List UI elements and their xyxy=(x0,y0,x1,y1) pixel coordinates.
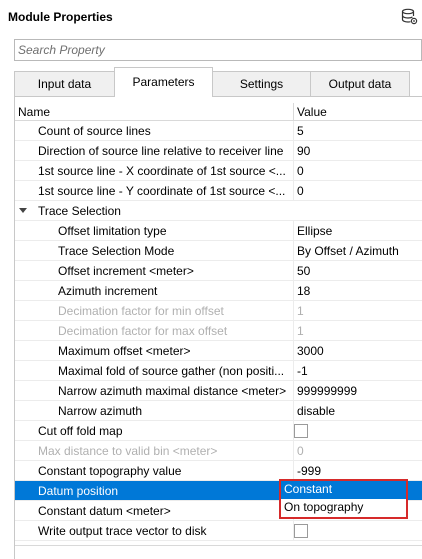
tab-parameters[interactable]: Parameters xyxy=(114,67,213,97)
panel-title: Module Properties xyxy=(8,10,113,24)
property-label: Decimation factor for max offset xyxy=(58,324,228,338)
column-divider[interactable] xyxy=(293,103,294,121)
cut-off-fold-map-checkbox[interactable] xyxy=(294,424,308,438)
property-row[interactable]: Cut off fold map xyxy=(15,421,422,441)
tab-settings[interactable]: Settings xyxy=(212,71,311,97)
property-value[interactable]: 0 xyxy=(297,184,304,198)
property-value[interactable]: 90 xyxy=(297,144,310,158)
collapse-caret-icon[interactable] xyxy=(19,208,27,213)
property-value[interactable]: -1 xyxy=(297,364,308,378)
property-label: Decimation factor for min offset xyxy=(58,304,224,318)
property-label: Maximal fold of source gather (non posit… xyxy=(58,364,285,378)
property-value[interactable]: 3000 xyxy=(297,344,324,358)
dropdown-option-on-topography[interactable]: On topography xyxy=(281,499,406,517)
group-row-trace-selection[interactable]: Trace Selection xyxy=(15,201,422,221)
datum-position-dropdown[interactable]: Constant On topography xyxy=(279,479,408,519)
property-row: Decimation factor for max offset 1 xyxy=(15,321,422,341)
property-label: Offset limitation type xyxy=(58,224,167,238)
column-header-value[interactable]: Value xyxy=(297,105,327,119)
grid-bottom-border xyxy=(15,545,422,546)
property-row[interactable]: 1st source line - Y coordinate of 1st so… xyxy=(15,181,422,201)
property-label: Cut off fold map xyxy=(38,424,123,438)
property-label: 1st source line - Y coordinate of 1st so… xyxy=(38,184,286,198)
property-row[interactable]: Offset increment <meter> 50 xyxy=(15,261,422,281)
group-label: Trace Selection xyxy=(38,204,121,218)
property-row[interactable]: 1st source line - X coordinate of 1st so… xyxy=(15,161,422,181)
property-row[interactable]: Narrow azimuth maximal distance <meter> 9… xyxy=(15,381,422,401)
property-row: Max distance to valid bin <meter> 0 xyxy=(15,441,422,461)
property-value[interactable]: 0 xyxy=(297,164,304,178)
property-row[interactable]: Constant topography value -999 xyxy=(15,461,422,481)
write-output-checkbox[interactable] xyxy=(294,524,308,538)
property-label: Constant topography value xyxy=(38,464,182,478)
property-value[interactable]: disable xyxy=(297,404,335,418)
property-label: 1st source line - X coordinate of 1st so… xyxy=(38,164,286,178)
property-row[interactable]: Write output trace vector to disk xyxy=(15,521,422,541)
property-row[interactable]: Narrow azimuth disable xyxy=(15,401,422,421)
property-row: Decimation factor for min offset 1 xyxy=(15,301,422,321)
property-label: Write output trace vector to disk xyxy=(38,524,207,538)
property-value[interactable]: 18 xyxy=(297,284,310,298)
property-value[interactable]: 5 xyxy=(297,124,304,138)
property-label: Datum position xyxy=(38,484,119,498)
property-value[interactable]: -999 xyxy=(297,464,321,478)
property-value[interactable]: By Offset / Azimuth xyxy=(297,244,399,258)
tab-input-data[interactable]: Input data xyxy=(14,71,115,97)
tab-output-data[interactable]: Output data xyxy=(310,71,410,97)
property-label: Count of source lines xyxy=(38,124,151,138)
property-label: Constant datum <meter> xyxy=(38,504,171,518)
property-grid: Count of source lines 5 Direction of sour… xyxy=(15,121,422,541)
property-value[interactable]: Ellipse xyxy=(297,224,332,238)
tab-bar: Input data Parameters Settings Output da… xyxy=(14,67,422,97)
dropdown-option-constant[interactable]: Constant xyxy=(281,481,406,499)
property-row[interactable]: Offset limitation type Ellipse xyxy=(15,221,422,241)
property-value[interactable]: 50 xyxy=(297,264,310,278)
property-row[interactable]: Maximal fold of source gather (non posit… xyxy=(15,361,422,381)
grid-header: Name Value xyxy=(15,103,422,121)
panel-header: Module Properties xyxy=(0,0,422,36)
property-label: Narrow azimuth xyxy=(58,404,143,418)
property-value: 1 xyxy=(297,324,304,338)
property-label: Direction of source line relative to rec… xyxy=(38,144,284,158)
database-settings-icon[interactable] xyxy=(401,8,418,25)
search-property-input[interactable] xyxy=(14,39,422,61)
property-label: Narrow azimuth maximal distance <meter> xyxy=(58,384,287,398)
property-row[interactable]: Azimuth increment 18 xyxy=(15,281,422,301)
property-row[interactable]: Count of source lines 5 xyxy=(15,121,422,141)
column-header-name[interactable]: Name xyxy=(18,105,50,119)
property-label: Trace Selection Mode xyxy=(58,244,175,258)
property-row[interactable]: Trace Selection Mode By Offset / Azimuth xyxy=(15,241,422,261)
property-label: Max distance to valid bin <meter> xyxy=(38,444,218,458)
property-value[interactable]: 999999999 xyxy=(297,384,357,398)
property-value: 0 xyxy=(297,444,304,458)
property-label: Offset increment <meter> xyxy=(58,264,194,278)
property-row[interactable]: Direction of source line relative to rec… xyxy=(15,141,422,161)
property-label: Maximum offset <meter> xyxy=(58,344,191,358)
property-value: 1 xyxy=(297,304,304,318)
property-label: Azimuth increment xyxy=(58,284,158,298)
property-row[interactable]: Maximum offset <meter> 3000 xyxy=(15,341,422,361)
